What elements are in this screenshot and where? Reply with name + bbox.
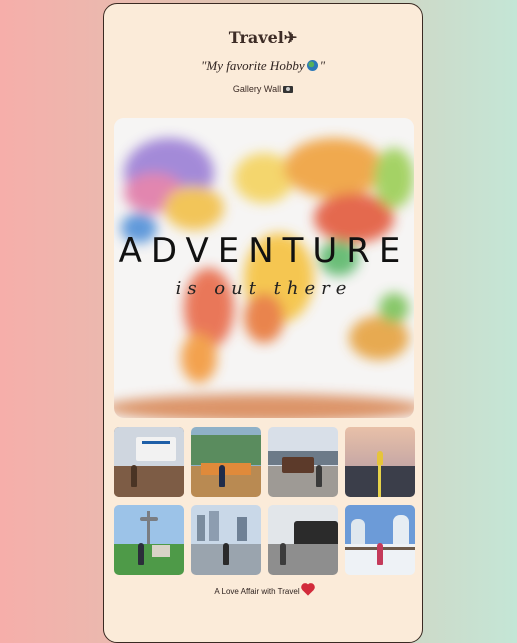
subtitle-quote: "My favorite Hobby " bbox=[104, 58, 422, 74]
heart-icon bbox=[301, 584, 314, 596]
thumbnail-yellowstone[interactable] bbox=[268, 427, 338, 497]
page-title: Travel✈ bbox=[228, 28, 298, 47]
thumbnail-sunset-road[interactable] bbox=[345, 427, 415, 497]
hero-script: is out there bbox=[175, 278, 353, 299]
globe-icon bbox=[306, 60, 318, 71]
thumbnail-garden[interactable] bbox=[191, 427, 261, 497]
thumbnail-space-needle[interactable] bbox=[114, 505, 184, 575]
footer-caption: A Love Affair with Travel bbox=[104, 584, 422, 596]
footer-text: A Love Affair with Travel bbox=[214, 587, 300, 596]
subtitle-text: "My favorite Hobby bbox=[200, 58, 305, 73]
subtitle-end: " bbox=[319, 58, 326, 73]
gallery-label-text: Gallery Wall bbox=[232, 84, 282, 94]
thumbnail-snowy-park[interactable] bbox=[345, 505, 415, 575]
thumbnail-niagara[interactable] bbox=[114, 427, 184, 497]
hero-headline: ADVENTURE bbox=[118, 231, 410, 271]
hero-image[interactable]: ADVENTURE is out there bbox=[114, 118, 414, 418]
gallery-label: Gallery Wall bbox=[104, 84, 422, 94]
thumbnail-grid bbox=[114, 427, 415, 575]
thumbnail-steam-train[interactable] bbox=[268, 505, 338, 575]
thumbnail-city-harbor[interactable] bbox=[191, 505, 261, 575]
camera-icon bbox=[283, 86, 294, 93]
travel-card: Travel✈ "My favorite Hobby " Gallery Wall bbox=[103, 3, 423, 643]
